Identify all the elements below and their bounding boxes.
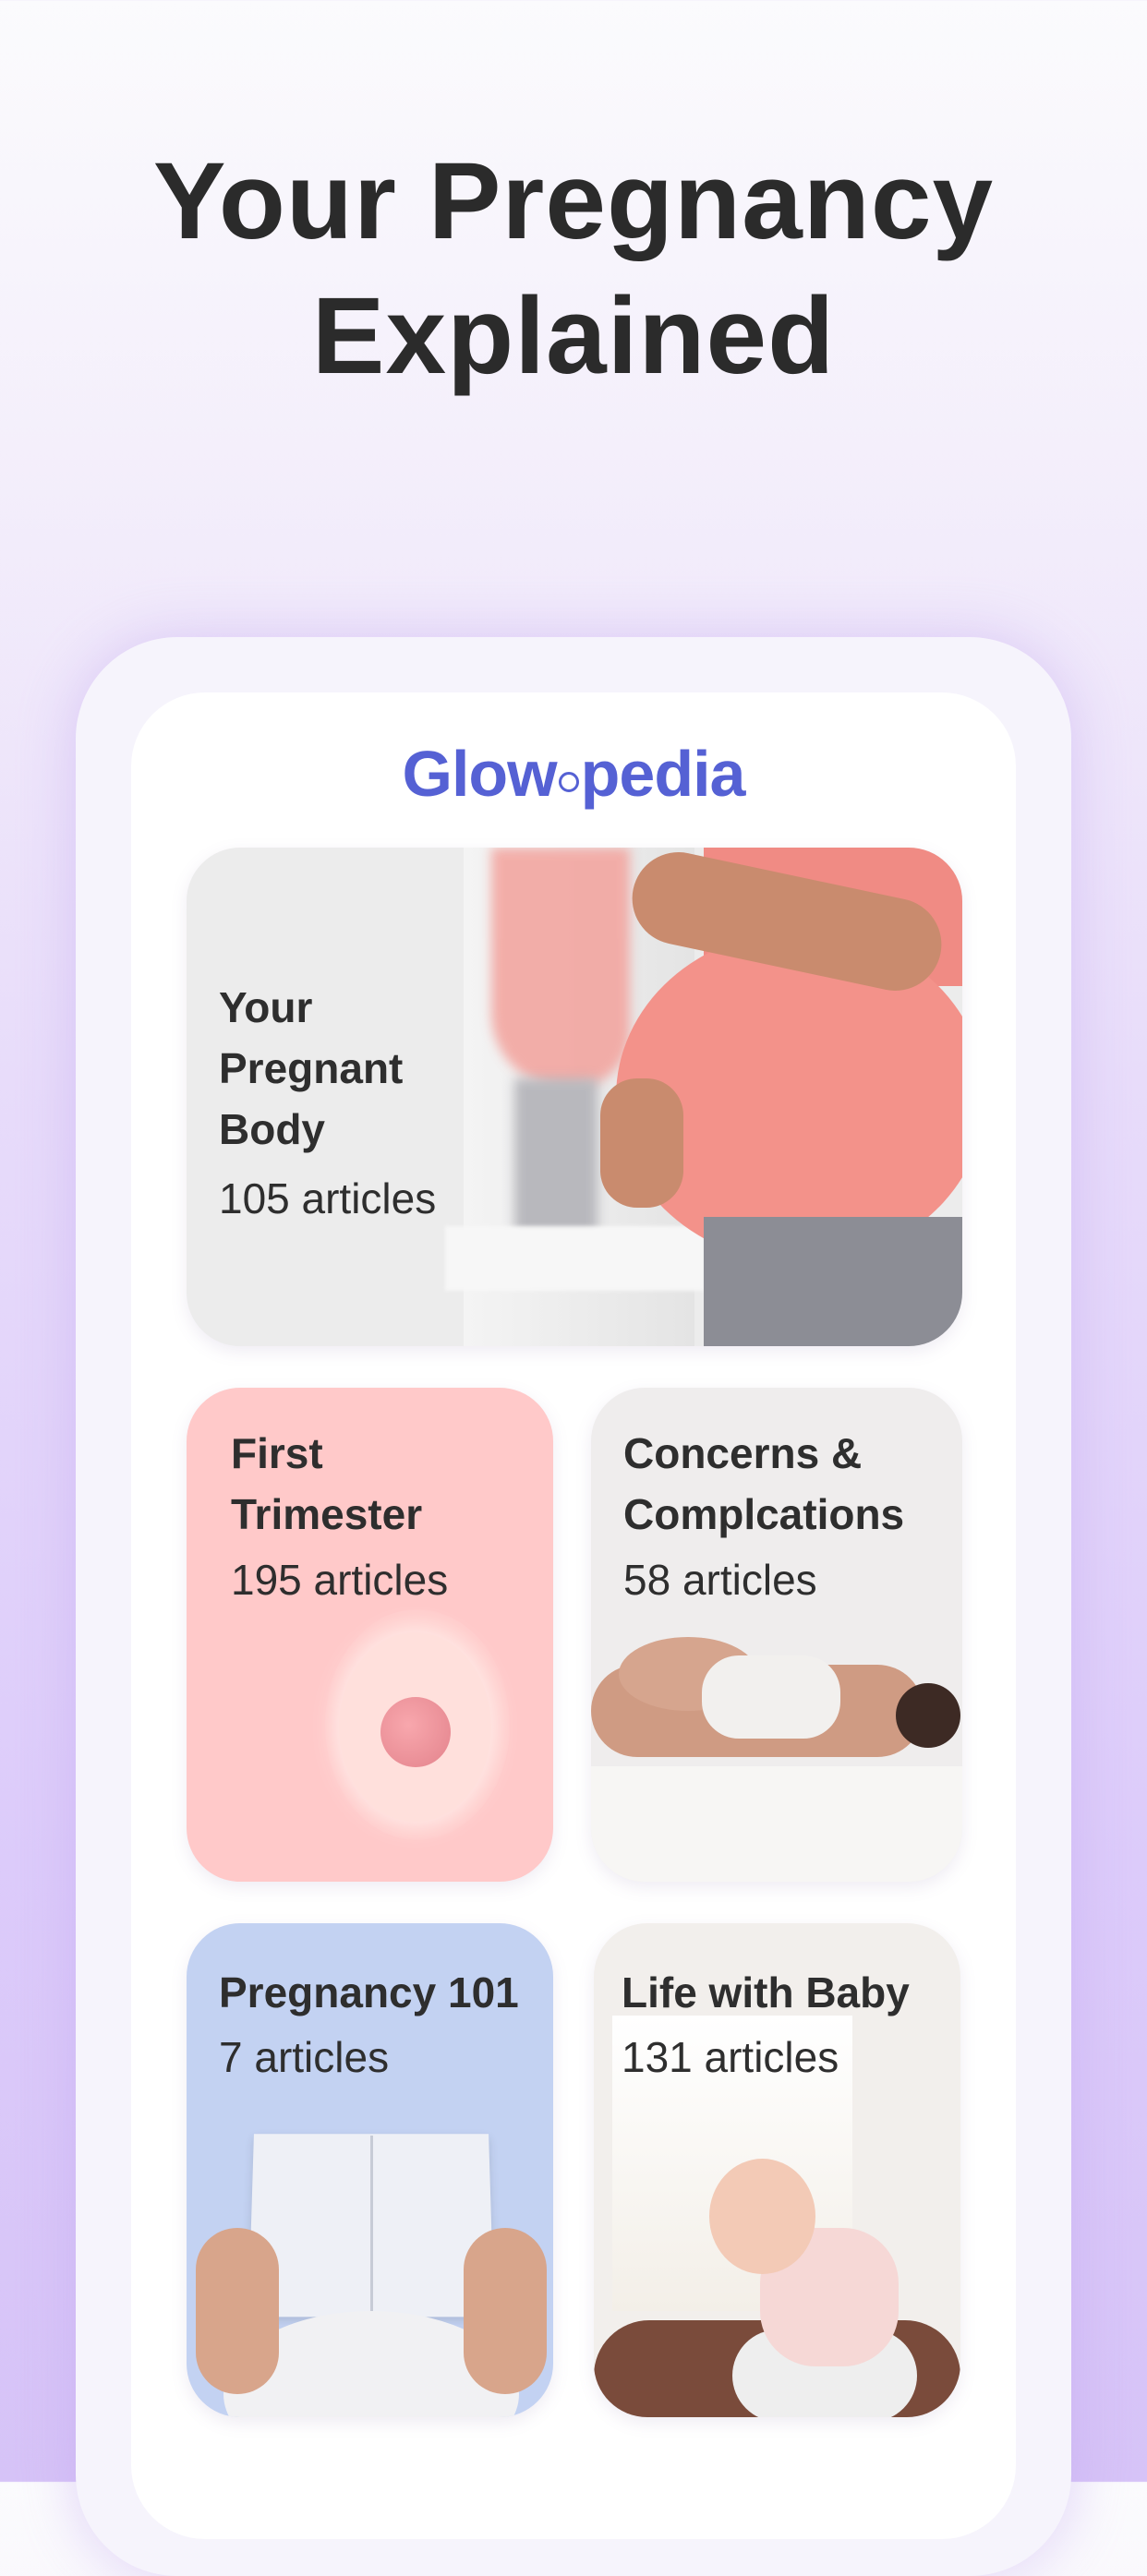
baby-head-image: [709, 2159, 815, 2274]
card-title: Life with Baby: [622, 1968, 910, 2016]
article-count: 195 articles: [231, 1556, 449, 1604]
article-count: 58 articles: [623, 1556, 817, 1604]
glowpedia-logo: Glow pedia: [0, 737, 1147, 811]
mirror-reflection-legs-image: [514, 1078, 598, 1235]
promo-headline: Your Pregnancy Explained: [0, 134, 1147, 403]
mirror-reflection-image: [491, 848, 630, 1088]
right-hand-image: [464, 2228, 547, 2394]
headline-line-1: Your Pregnancy: [152, 140, 995, 262]
grey-pants-image: [704, 1217, 962, 1346]
embryo-icon: [380, 1697, 451, 1767]
card-title: Concerns & Complcations: [623, 1429, 905, 1538]
bed-image: [591, 1766, 962, 1882]
card-title: Your Pregnant Body: [219, 983, 404, 1153]
book-spine-image: [370, 2136, 373, 2311]
headline-line-2: Explained: [311, 275, 836, 397]
category-card-life-with-baby[interactable]: Life with Baby 131 articles: [594, 1923, 960, 2417]
category-card-first-trimester[interactable]: First Trimester 195 articles: [187, 1388, 553, 1882]
article-count: 7 articles: [219, 2033, 390, 2081]
category-card-pregnancy-101[interactable]: Pregnancy 101 7 articles: [187, 1923, 553, 2417]
article-count: 131 articles: [622, 2033, 839, 2081]
shelf-image: [445, 1226, 704, 1291]
article-count: 105 articles: [219, 1174, 437, 1222]
hand-image: [600, 1078, 683, 1208]
logo-text-glow: Glow: [402, 738, 558, 810]
woman-head-image: [896, 1683, 960, 1748]
logo-dot-icon: [558, 772, 579, 792]
card-title: First Trimester: [231, 1429, 423, 1538]
card-title: Pregnancy 101: [219, 1968, 519, 2016]
white-top-image: [702, 1655, 840, 1739]
logo-text-pedia: pedia: [580, 738, 746, 810]
category-card-pregnant-body[interactable]: Your Pregnant Body 105 articles: [187, 848, 962, 1346]
category-card-concerns-complications[interactable]: Concerns & Complcations 58 articles: [591, 1388, 962, 1882]
left-hand-image: [196, 2228, 279, 2394]
